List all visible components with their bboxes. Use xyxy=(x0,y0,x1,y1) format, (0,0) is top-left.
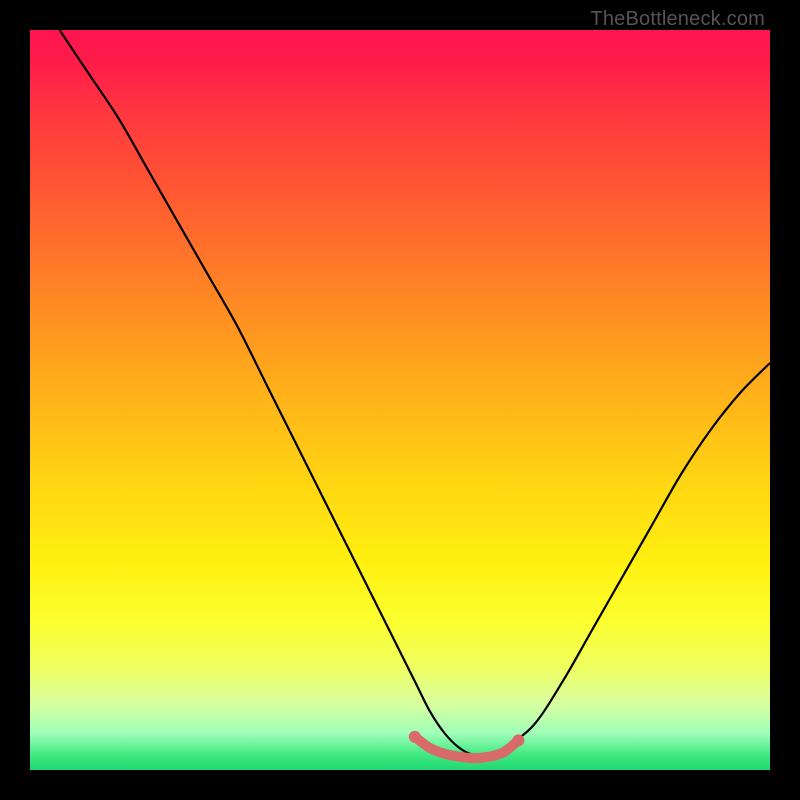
chart-svg xyxy=(30,30,770,770)
bottleneck-curve xyxy=(60,30,770,756)
chart-frame xyxy=(30,30,770,770)
optimal-band xyxy=(415,737,519,758)
band-endpoint-right xyxy=(512,734,524,746)
band-endpoint-left xyxy=(409,731,421,743)
watermark-text: TheBottleneck.com xyxy=(590,8,765,31)
